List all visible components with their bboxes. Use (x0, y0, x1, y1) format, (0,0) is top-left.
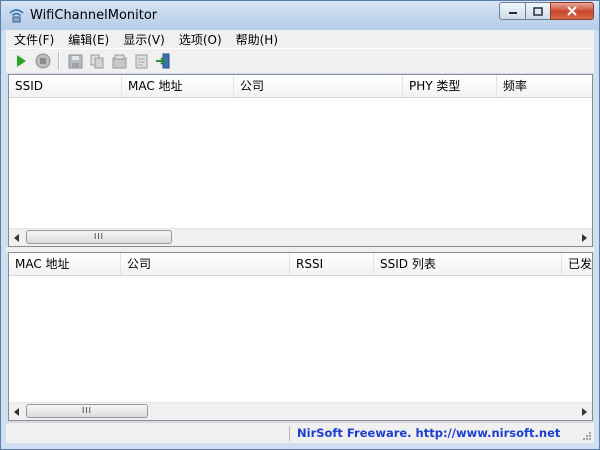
status-bar: NirSoft Freeware. http://www.nirsoft.net (6, 422, 594, 443)
window-title: WifiChannelMonitor (30, 8, 158, 23)
menu-view[interactable]: 显示(V) (115, 31, 171, 48)
exit-button[interactable] (152, 50, 174, 72)
scroll-grip: III (81, 406, 93, 415)
properties-button[interactable] (108, 50, 130, 72)
scroll-left-arrow[interactable] (9, 229, 25, 246)
maximize-button[interactable] (525, 2, 551, 20)
column-mac-address[interactable]: MAC 地址 (122, 75, 234, 97)
copy-button[interactable] (86, 50, 108, 72)
status-separator (289, 426, 290, 441)
scroll-left-arrow[interactable] (9, 403, 25, 420)
column-mac-address[interactable]: MAC 地址 (9, 253, 121, 275)
column-rssi[interactable]: RSSI (290, 253, 374, 275)
column-company[interactable]: 公司 (121, 253, 290, 275)
stations-header: MAC 地址 公司 RSSI SSID 列表 已发送 (9, 253, 592, 276)
horizontal-scrollbar[interactable]: III (9, 402, 592, 420)
column-ssid[interactable]: SSID (9, 75, 122, 97)
resize-grip-icon[interactable] (581, 430, 592, 441)
start-button[interactable] (10, 50, 32, 72)
scroll-thumb[interactable]: III (26, 230, 172, 244)
access-points-list[interactable]: SSID MAC 地址 公司 PHY 类型 频率 III (8, 74, 593, 247)
minimize-button[interactable] (499, 2, 526, 20)
menu-help[interactable]: 帮助(H) (228, 31, 284, 48)
arrow-left-icon (14, 407, 19, 416)
menu-bar: 文件(F) 编辑(E) 显示(V) 选项(O) 帮助(H) (6, 30, 594, 48)
column-sent[interactable]: 已发送 (562, 253, 592, 275)
exit-icon (156, 53, 170, 69)
minimize-icon (508, 12, 517, 14)
html-report-icon (135, 54, 147, 68)
access-points-header: SSID MAC 地址 公司 PHY 类型 频率 (9, 75, 592, 98)
column-frequency[interactable]: 频率 (497, 75, 592, 97)
close-button[interactable] (550, 2, 594, 20)
menu-edit[interactable]: 编辑(E) (60, 31, 115, 48)
toolbar-separator (58, 52, 60, 70)
properties-icon (112, 54, 126, 68)
stop-button[interactable] (32, 50, 54, 72)
arrow-right-icon (582, 407, 587, 416)
arrow-right-icon (582, 233, 587, 242)
scroll-right-arrow[interactable] (576, 403, 592, 420)
scroll-right-arrow[interactable] (576, 229, 592, 246)
stations-list[interactable]: MAC 地址 公司 RSSI SSID 列表 已发送 III (8, 252, 593, 421)
close-icon (567, 6, 577, 16)
menu-options[interactable]: 选项(O) (171, 31, 228, 48)
column-phy-type[interactable]: PHY 类型 (403, 75, 497, 97)
menu-file[interactable]: 文件(F) (6, 31, 60, 48)
save-button[interactable] (64, 50, 86, 72)
html-report-button[interactable] (130, 50, 152, 72)
title-bar[interactable]: WifiChannelMonitor (1, 1, 599, 30)
scroll-grip: III (93, 232, 105, 241)
app-window: WifiChannelMonitor 文件(F) 编辑(E) 显示(V) 选项(… (0, 0, 600, 450)
column-company[interactable]: 公司 (234, 75, 403, 97)
wifi-app-icon (9, 9, 24, 23)
maximize-icon (533, 6, 543, 16)
save-icon (68, 54, 82, 68)
copy-icon (90, 54, 103, 68)
stop-icon (35, 53, 51, 69)
toolbar (6, 48, 594, 73)
column-ssid-list[interactable]: SSID 列表 (374, 253, 562, 275)
play-icon (17, 55, 26, 67)
arrow-left-icon (14, 233, 19, 242)
scroll-thumb[interactable]: III (26, 404, 148, 418)
horizontal-scrollbar[interactable]: III (9, 228, 592, 246)
nirsoft-link[interactable]: NirSoft Freeware. http://www.nirsoft.net (297, 426, 560, 440)
